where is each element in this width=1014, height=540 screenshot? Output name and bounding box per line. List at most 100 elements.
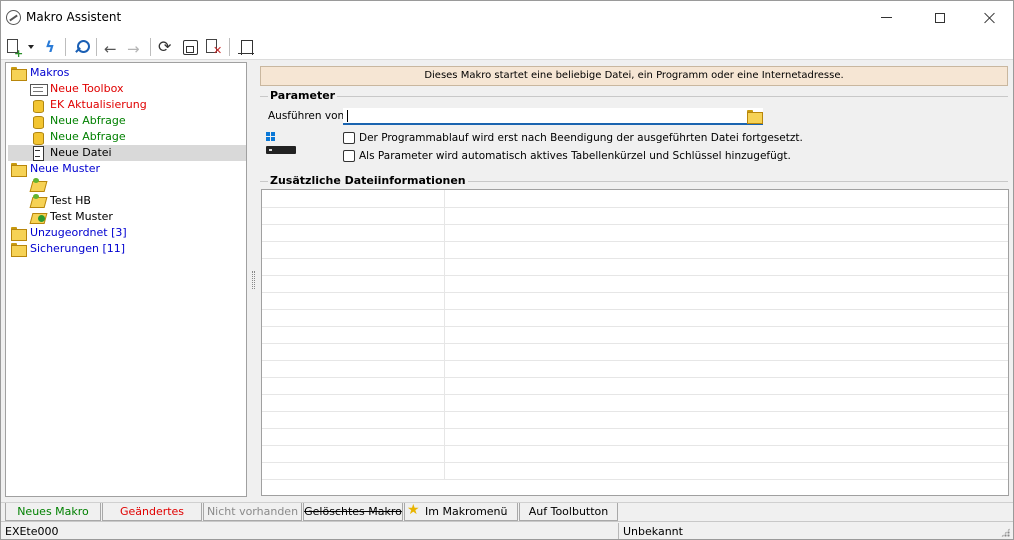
tree-item-test-hb[interactable]: Test HB xyxy=(30,193,246,209)
tree-item-neue-abfrage[interactable]: Neue Abfrage xyxy=(30,113,246,129)
forward-arrow-icon[interactable]: → xyxy=(126,38,144,58)
tree-item-neue-muster[interactable]: Neue Muster xyxy=(10,161,246,177)
legend-in-macro-menu: ★ Im Makromenü xyxy=(404,502,518,521)
splitter-handle[interactable] xyxy=(252,271,255,289)
toolbar-separator xyxy=(229,38,230,56)
tree-item-ek-aktualisierung[interactable]: EK Aktualisierung xyxy=(30,97,246,113)
app-gauge-icon xyxy=(6,10,21,25)
star-icon: ★ xyxy=(407,502,420,518)
pattern-icon xyxy=(30,194,46,208)
lightning-icon[interactable] xyxy=(42,38,60,56)
status-left-text: EXEte000 xyxy=(5,525,59,538)
grid-row-line xyxy=(262,479,1008,480)
tree-item-label: Neue Abfrage xyxy=(50,114,126,127)
close-icon xyxy=(984,12,996,24)
windows-logo-icon xyxy=(266,132,276,142)
grid-row-line xyxy=(262,445,1008,446)
grid-row-line xyxy=(262,343,1008,344)
tree-item-label: Test Muster xyxy=(50,210,113,223)
maximize-icon xyxy=(935,12,945,23)
pattern-icon xyxy=(30,178,46,192)
minimize-icon xyxy=(880,17,892,18)
document-icon xyxy=(30,146,46,161)
legend-new-macro: Neues Makro xyxy=(5,503,101,521)
tree-item-label: Sicherungen [11] xyxy=(30,242,126,255)
grid-row-line xyxy=(262,428,1008,429)
append-parameters-checkbox[interactable] xyxy=(343,150,355,162)
back-arrow-icon[interactable]: ← xyxy=(103,38,121,58)
toolbox-icon xyxy=(30,82,48,96)
tree-item-neue-abfrage-2[interactable]: Neue Abfrage xyxy=(30,129,246,145)
maximize-button[interactable] xyxy=(917,1,963,34)
grid-row-line xyxy=(262,462,1008,463)
run-from-label: Ausführen von xyxy=(268,110,345,122)
database-icon xyxy=(30,130,46,145)
wait-for-completion-checkbox[interactable] xyxy=(343,132,355,144)
grid-row-line xyxy=(262,207,1008,208)
tree-item-neue-datei[interactable]: Neue Datei xyxy=(8,145,246,161)
grid-row-line xyxy=(262,360,1008,361)
tree-item-unnamed-pattern[interactable] xyxy=(30,177,246,193)
run-from-input[interactable] xyxy=(343,108,763,125)
status-bar: EXEte000 Unbekannt xyxy=(1,521,1013,539)
database-icon xyxy=(30,98,46,113)
tree-item-unzugeordnet[interactable]: Unzugeordnet [3] xyxy=(10,225,246,241)
command-line-icon xyxy=(266,146,296,154)
legend-on-toolbutton: Auf Toolbutton xyxy=(519,503,618,521)
legend-changed-macro: Geändertes Mak... xyxy=(102,503,202,535)
toolbar-separator xyxy=(96,38,97,56)
save-icon[interactable] xyxy=(181,38,199,56)
tree-item-label: Neue Muster xyxy=(30,162,101,175)
refresh-icon[interactable] xyxy=(157,37,175,56)
tree-item-label: Makros xyxy=(30,66,70,79)
tree-item-label: Test HB xyxy=(50,194,91,207)
toolbar-separator xyxy=(65,38,66,56)
legend-bar: Neues Makro Geändertes Mak... Nicht vorh… xyxy=(1,502,1013,535)
minimize-button[interactable] xyxy=(863,1,909,34)
grid-row-line xyxy=(262,411,1008,412)
folder-icon xyxy=(10,226,27,241)
tree-item-label: EK Aktualisierung xyxy=(50,98,147,111)
grid-row-line xyxy=(262,377,1008,378)
delete-document-icon[interactable]: ✕ xyxy=(204,38,222,57)
legend-not-available: Nicht vorhanden xyxy=(203,503,302,521)
exit-icon[interactable] xyxy=(237,38,255,56)
tree-item-test-muster[interactable]: Test Muster xyxy=(30,209,246,225)
tree-item-sicherungen[interactable]: Sicherungen [11] xyxy=(10,241,246,257)
fileinfo-grid[interactable] xyxy=(261,189,1009,496)
grid-row-line xyxy=(262,241,1008,242)
toolbar: + ← → ✕ xyxy=(1,34,1013,60)
grid-row-line xyxy=(262,309,1008,310)
text-caret xyxy=(347,110,348,122)
grid-row-line xyxy=(262,258,1008,259)
tree-item-label: Neue Toolbox xyxy=(50,82,124,95)
status-right-text: Unbekannt xyxy=(623,525,683,538)
toolbar-separator xyxy=(150,38,151,56)
main-window: Makro Assistent + ← → ✕ Makros Neue Tool… xyxy=(0,0,1014,540)
grid-row-line xyxy=(262,394,1008,395)
search-icon[interactable] xyxy=(72,38,90,56)
browse-folder-icon[interactable] xyxy=(746,109,763,124)
append-parameters-label: Als Parameter wird automatisch aktives T… xyxy=(359,150,791,162)
grid-column-divider xyxy=(444,190,445,480)
grid-row-line xyxy=(262,224,1008,225)
title-bar: Makro Assistent xyxy=(1,1,1013,34)
tree-item-label: Neue Datei xyxy=(50,146,112,159)
resize-grip-icon[interactable] xyxy=(1001,528,1010,537)
legend-in-macro-menu-label: Im Makromenü xyxy=(425,505,508,518)
group-divider xyxy=(260,96,1008,97)
folder-icon xyxy=(10,66,27,81)
grid-row-line xyxy=(262,292,1008,293)
grid-row-line xyxy=(262,275,1008,276)
tree-item-neue-toolbox[interactable]: Neue Toolbox xyxy=(30,81,246,97)
tree-item-label: Neue Abfrage xyxy=(50,130,126,143)
new-document-icon[interactable]: + xyxy=(5,38,23,60)
folder-icon xyxy=(10,162,27,177)
dropdown-arrow-icon[interactable] xyxy=(26,38,36,56)
status-separator xyxy=(618,523,619,539)
tree-item-makros[interactable]: Makros xyxy=(10,65,246,81)
grid-row-line xyxy=(262,326,1008,327)
macro-tree[interactable]: Makros Neue Toolbox EK Aktualisierung Ne… xyxy=(5,62,247,497)
wait-for-completion-label: Der Programmablauf wird erst nach Beendi… xyxy=(359,132,803,144)
close-button[interactable] xyxy=(967,1,1013,34)
